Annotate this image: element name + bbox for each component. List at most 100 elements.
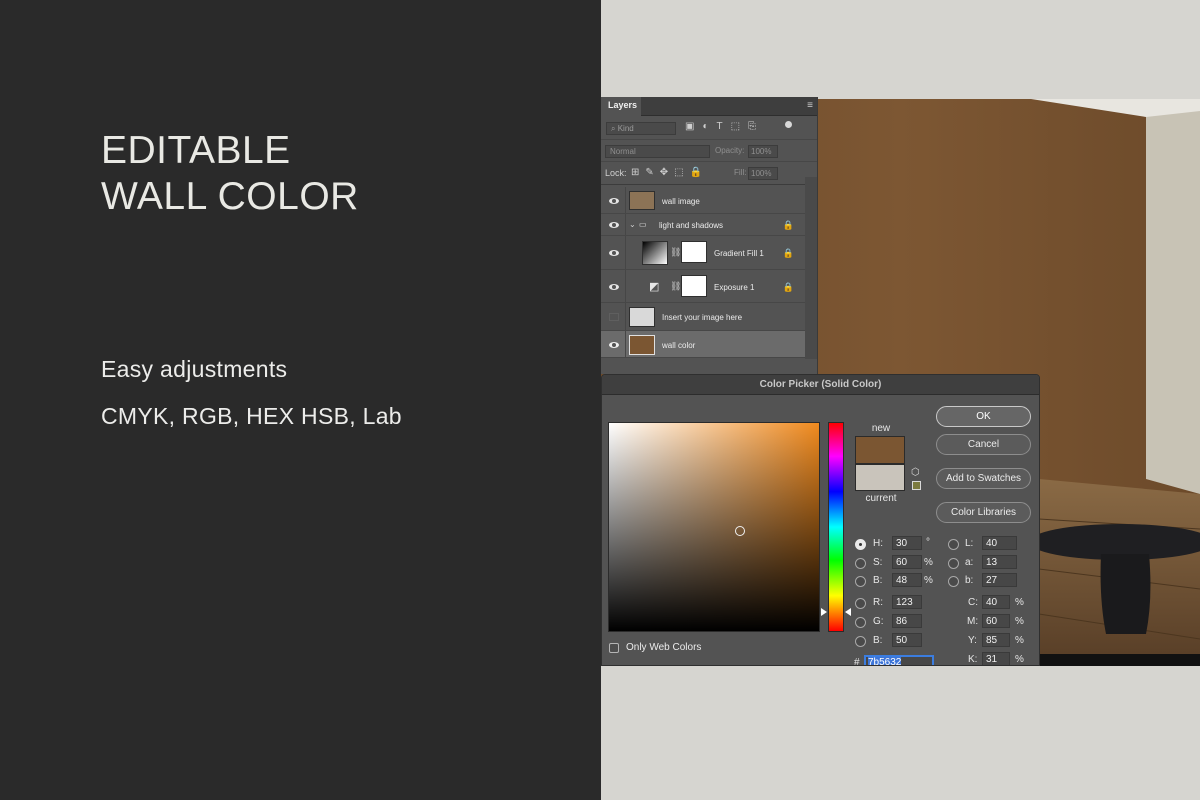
hue-slider-right-arrow-icon[interactable] — [845, 608, 851, 616]
lab-a-radio[interactable] — [948, 558, 959, 569]
lock-row: Lock: ⊞✎✥⬚🔒 Fill: 100% — [601, 162, 817, 185]
green-field[interactable]: 86 — [892, 614, 922, 628]
new-label: new — [871, 423, 891, 434]
layers-panel: Layers ≡ ⌕ Kind ▣◐T⬚⎘ Normal Opacity: 10… — [601, 97, 818, 374]
cyan-field[interactable]: 40 — [982, 595, 1010, 609]
headline-line-1: EDITABLE — [101, 129, 291, 172]
layer-name: Gradient Fill 1 — [714, 249, 764, 258]
layer-name: Exposure 1 — [714, 283, 755, 292]
out-of-web-gamut-cube-icon[interactable]: ⬡ — [911, 467, 920, 478]
link-chain-icon[interactable]: ⛓ — [670, 247, 681, 258]
panel-menu-icon[interactable]: ≡ — [807, 100, 813, 111]
lab-a-field[interactable]: 13 — [982, 555, 1017, 569]
layer-row-insert-image[interactable]: Insert your image here — [601, 303, 805, 331]
lab-l-label: L: — [965, 538, 974, 549]
fill-field[interactable]: 100% — [748, 167, 778, 180]
layer-thumbnail — [629, 191, 655, 210]
opacity-label: Opacity: — [715, 146, 745, 155]
feature-color-modes: CMYK, RGB, HEX HSB, Lab — [101, 403, 402, 429]
percent-unit: % — [1015, 616, 1024, 627]
saturation-field[interactable]: 60 — [892, 555, 922, 569]
lock-icon: 🔒 — [782, 282, 794, 292]
layer-mask-thumbnail — [681, 275, 707, 297]
visibility-eye-icon[interactable] — [609, 250, 619, 256]
magenta-field[interactable]: 60 — [982, 614, 1010, 628]
hex-label: # — [854, 657, 860, 666]
feature-easy-adjustments: Easy adjustments — [101, 356, 288, 382]
percent-unit: % — [1015, 654, 1024, 665]
blue-field[interactable]: 50 — [892, 633, 922, 647]
tab-layers[interactable]: Layers — [601, 97, 641, 116]
current-color-swatch[interactable] — [855, 464, 905, 491]
visibility-eye-icon[interactable] — [609, 198, 619, 204]
opacity-field[interactable]: 100% — [748, 145, 778, 158]
lab-b-radio[interactable] — [948, 576, 959, 587]
yellow-field[interactable]: 85 — [982, 633, 1010, 647]
percent-unit: % — [1015, 635, 1024, 646]
saturation-radio[interactable] — [855, 558, 866, 569]
visibility-eye-icon[interactable] — [609, 222, 619, 228]
gradient-fill-icon — [642, 241, 668, 265]
hue-label: H: — [873, 538, 883, 549]
lab-l-field[interactable]: 40 — [982, 536, 1017, 550]
new-color-swatch — [855, 436, 905, 464]
web-safe-color-swatch[interactable] — [912, 481, 921, 490]
brightness-field[interactable]: 48 — [892, 573, 922, 587]
lock-icon: 🔒 — [782, 220, 794, 230]
brightness-radio[interactable] — [855, 576, 866, 587]
only-web-colors-label: Only Web Colors — [626, 642, 702, 653]
filter-row: ⌕ Kind ▣◐T⬚⎘ — [601, 116, 817, 140]
blend-row: Normal Opacity: 100% — [601, 140, 817, 162]
green-radio[interactable] — [855, 617, 866, 628]
percent-unit: % — [924, 557, 933, 568]
red-radio[interactable] — [855, 598, 866, 609]
percent-unit: % — [1015, 597, 1024, 608]
kind-filter-select[interactable]: ⌕ Kind — [606, 122, 676, 135]
group-expand-chevron-icon[interactable]: ⌄ — [629, 220, 636, 229]
color-picker-dialog: Color Picker (Solid Color) new current ⬡… — [601, 374, 1040, 666]
layer-thumbnail — [629, 335, 655, 355]
color-selector-ring[interactable] — [735, 526, 745, 536]
black-label: K: — [968, 654, 978, 665]
visibility-eye-icon[interactable] — [609, 284, 619, 290]
layer-row-light-and-shadows[interactable]: ⌄ ▭ light and shadows 🔒 — [601, 214, 805, 236]
visibility-eye-icon[interactable] — [609, 342, 619, 348]
layer-row-exposure[interactable]: ◩ ⛓ Exposure 1 🔒 — [601, 270, 805, 303]
hue-radio[interactable] — [855, 539, 866, 550]
visibility-off-toggle[interactable] — [609, 313, 619, 321]
layer-row-wall-image[interactable]: wall image — [601, 187, 805, 214]
layer-row-gradient-fill[interactable]: ⛓ Gradient Fill 1 🔒 — [601, 236, 805, 270]
red-field[interactable]: 123 — [892, 595, 922, 609]
cancel-button[interactable]: Cancel — [936, 434, 1031, 455]
only-web-colors-checkbox[interactable] — [609, 643, 619, 653]
lab-b-field[interactable]: 27 — [982, 573, 1017, 587]
layer-name: wall image — [662, 197, 700, 206]
add-to-swatches-button[interactable]: Add to Swatches — [936, 468, 1031, 489]
filter-type-icons[interactable]: ▣◐T⬚⎘ — [685, 121, 764, 132]
layers-scrollbar[interactable] — [805, 177, 817, 359]
blue-radio[interactable] — [855, 636, 866, 647]
hue-slider[interactable] — [828, 422, 844, 632]
lab-l-radio[interactable] — [948, 539, 959, 550]
fill-label: Fill: — [734, 168, 747, 177]
hue-field[interactable]: 30 — [892, 536, 922, 550]
red-label: R: — [873, 597, 883, 608]
lock-icon: 🔒 — [782, 248, 794, 258]
link-chain-icon[interactable]: ⛓ — [670, 281, 681, 292]
color-libraries-button[interactable]: Color Libraries — [936, 502, 1031, 523]
magenta-label: M: — [967, 616, 979, 627]
exposure-adjustment-icon: ◩ — [649, 281, 660, 293]
saturation-brightness-field[interactable] — [608, 422, 820, 632]
lock-option-icons[interactable]: ⊞✎✥⬚🔒 — [631, 167, 708, 178]
blend-mode-select[interactable]: Normal — [605, 145, 710, 158]
layer-row-wall-color[interactable]: wall color — [601, 331, 805, 358]
hex-field[interactable]: 7b5632 — [864, 655, 934, 665]
layer-name: wall color — [662, 341, 696, 350]
lock-label: Lock: — [605, 168, 627, 178]
hue-slider-left-arrow-icon[interactable] — [821, 608, 827, 616]
filter-toggle-icon[interactable] — [785, 121, 792, 128]
black-field[interactable]: 31 — [982, 652, 1010, 665]
ok-button[interactable]: OK — [936, 406, 1031, 427]
cyan-label: C: — [968, 597, 978, 608]
degree-unit: ° — [926, 537, 930, 548]
